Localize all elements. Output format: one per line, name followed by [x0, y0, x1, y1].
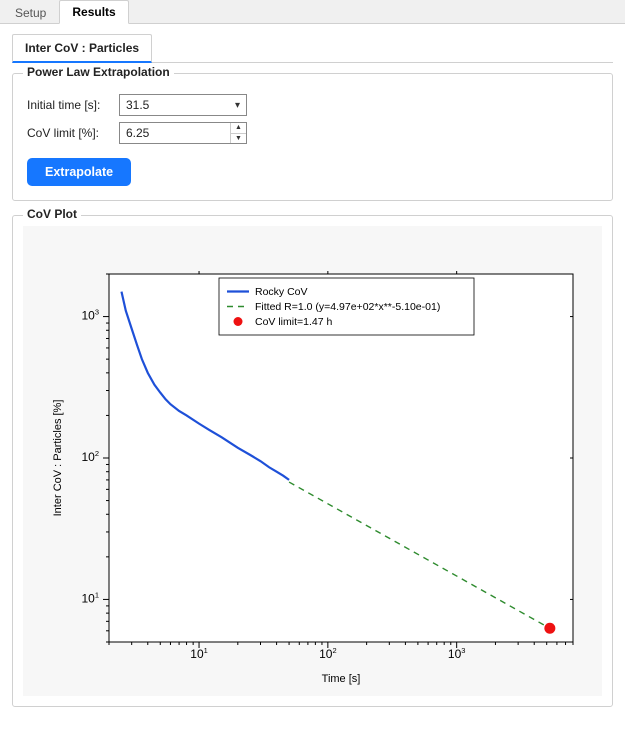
extrapolate-button[interactable]: Extrapolate	[27, 158, 131, 186]
stepper-down-icon[interactable]: ▼	[231, 134, 246, 144]
svg-text:Inter CoV : Particles [%]: Inter CoV : Particles [%]	[52, 400, 64, 517]
panel-power-law-extrapolation: Power Law Extrapolation Initial time [s]…	[12, 73, 613, 201]
tab-setup[interactable]: Setup	[2, 1, 59, 24]
panel-title-extrapolation: Power Law Extrapolation	[23, 65, 174, 79]
chevron-down-icon: ▾	[235, 100, 240, 111]
svg-text:101: 101	[81, 590, 99, 605]
label-initial-time: Initial time [s]:	[27, 98, 119, 112]
panel-title-cov-plot: CoV Plot	[23, 207, 81, 221]
sub-tabs: Inter CoV : Particles	[12, 34, 613, 63]
svg-text:CoV limit=1.47 h: CoV limit=1.47 h	[255, 316, 332, 328]
cov-limit-stepper[interactable]: 6.25 ▲ ▼	[119, 122, 247, 144]
svg-text:102: 102	[319, 646, 337, 661]
label-cov-limit: CoV limit [%]:	[27, 126, 119, 140]
svg-text:102: 102	[81, 449, 99, 464]
cov-plot: 101 102 103 101 102 103 Time [s] Inter CoV : Pa…	[23, 226, 602, 696]
svg-text:Rocky CoV: Rocky CoV	[255, 286, 308, 298]
tab-inter-cov-particles[interactable]: Inter CoV : Particles	[12, 34, 152, 63]
cov-limit-value: 6.25	[126, 126, 149, 140]
svg-text:Fitted R=1.0 (y=4.97e+02*x**-5: Fitted R=1.0 (y=4.97e+02*x**-5.10e-01)	[255, 301, 440, 313]
tab-results[interactable]: Results	[59, 0, 128, 24]
main-tabs: Setup Results	[0, 0, 625, 24]
svg-text:101: 101	[190, 646, 208, 661]
initial-time-select[interactable]: 31.5 ▾	[119, 94, 247, 116]
stepper-up-icon[interactable]: ▲	[231, 123, 246, 134]
svg-text:Time [s]: Time [s]	[322, 673, 361, 685]
panel-cov-plot: CoV Plot 101102103101102103Time [s]Inter…	[12, 215, 613, 707]
cov-plot-svg: 101 102 103 101 102 103 Time [s] Inter CoV : Pa…	[31, 234, 591, 694]
initial-time-value: 31.5	[126, 98, 149, 112]
svg-text:103: 103	[448, 646, 466, 661]
svg-text:103: 103	[81, 308, 99, 323]
